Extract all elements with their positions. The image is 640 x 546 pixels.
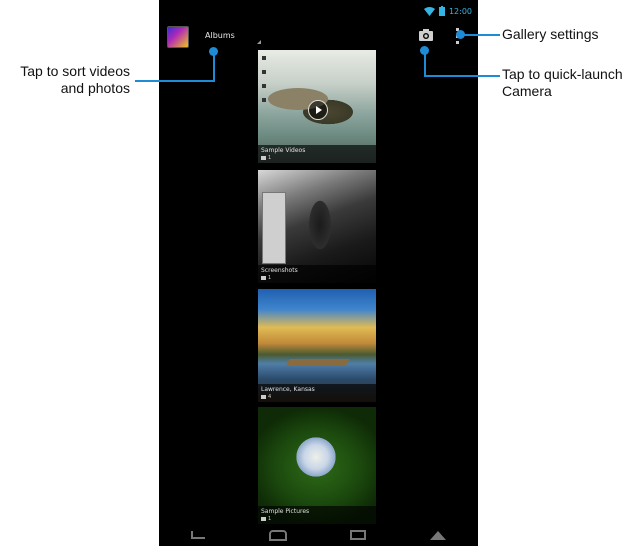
album-count: 1 — [261, 275, 271, 281]
callout-dot — [456, 30, 465, 39]
back-icon[interactable] — [190, 531, 205, 539]
folder-icon — [261, 276, 266, 280]
play-icon — [308, 100, 328, 120]
folder-icon — [261, 395, 266, 399]
menu-icon[interactable] — [430, 530, 447, 540]
wifi-icon — [423, 6, 435, 16]
album-label: Sample Pictures — [261, 508, 310, 515]
album-label: Screenshots — [261, 267, 298, 274]
callout-settings: Gallery settings — [502, 26, 599, 42]
callout-line — [135, 80, 215, 82]
home-icon[interactable] — [268, 529, 287, 541]
folder-icon — [261, 517, 266, 521]
album-count: 4 — [261, 394, 271, 400]
navigation-bar — [159, 524, 478, 546]
callout-line — [424, 75, 500, 77]
battery-icon — [438, 6, 445, 16]
album-count: 1 — [261, 155, 271, 161]
camera-icon[interactable] — [419, 29, 433, 41]
album-tile-sample-pictures[interactable]: Sample Pictures 1 — [258, 407, 376, 524]
callout-line — [213, 52, 215, 82]
album-tile-sample-videos[interactable]: Sample Videos 1 — [258, 50, 376, 163]
folder-icon — [261, 156, 266, 160]
callout-dot — [420, 46, 429, 55]
callout-dot — [209, 47, 218, 56]
album-tile-screenshots[interactable]: Screenshots 1 — [258, 170, 376, 283]
callout-sort: Tap to sort videos and photos — [20, 63, 130, 96]
album-label: Sample Videos — [261, 147, 306, 154]
album-count: 1 — [261, 516, 271, 522]
albums-dropdown[interactable]: Albums — [205, 31, 235, 40]
album-label: Lawrence, Kansas — [261, 386, 315, 393]
callout-camera: Tap to quick-launch Camera — [502, 66, 623, 99]
callout-line — [462, 34, 500, 36]
recent-apps-icon[interactable] — [350, 530, 367, 540]
album-tile-lawrence-kansas[interactable]: Lawrence, Kansas 4 — [258, 289, 376, 402]
status-time: 12:00 — [448, 6, 472, 16]
status-bar: 12:00 — [423, 6, 472, 16]
dropdown-indicator-icon — [257, 40, 261, 44]
gallery-app-icon[interactable] — [167, 26, 189, 48]
